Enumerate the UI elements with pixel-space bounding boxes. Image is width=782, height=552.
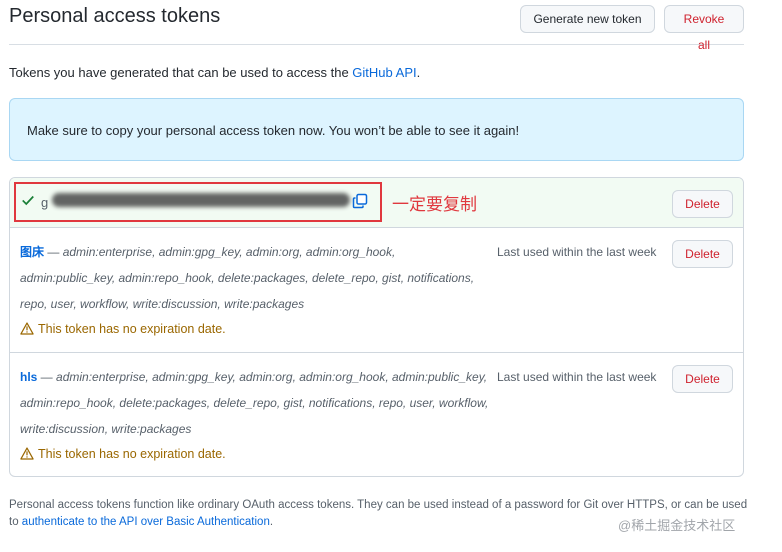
copy-token-notice-text: Make sure to copy your personal access t… xyxy=(27,123,520,138)
no-expiration-warning: This token has no expiration date. xyxy=(20,447,226,461)
annotation-highlight-box xyxy=(14,182,382,222)
page-header: Personal access tokens Generate new toke… xyxy=(9,0,744,52)
footer-note-suffix: . xyxy=(269,516,274,528)
alert-icon xyxy=(20,447,34,460)
intro-text-suffix: . xyxy=(416,65,421,80)
copy-token-notice: Make sure to copy your personal access t… xyxy=(9,98,744,161)
delete-new-token-button[interactable]: Delete xyxy=(672,190,733,218)
intro-text-body: Tokens you have generated that can be us… xyxy=(9,65,353,80)
new-token-row: g 一定要复制 Delete xyxy=(10,178,743,228)
last-used-text: Last used within the last week xyxy=(497,245,657,259)
token-description: hls — admin:enterprise, admin:gpg_key, a… xyxy=(20,364,490,442)
alert-icon xyxy=(20,322,34,335)
no-expiration-warning: This token has no expiration date. xyxy=(20,322,226,336)
last-used-text: Last used within the last week xyxy=(497,370,657,384)
token-scopes: admin:enterprise, admin:gpg_key, admin:o… xyxy=(20,245,475,311)
basic-auth-link[interactable]: authenticate to the API over Basic Authe… xyxy=(22,516,270,528)
revoke-all-button[interactable]: Revoke all xyxy=(664,5,744,52)
delete-token-button[interactable]: Delete xyxy=(672,240,733,268)
token-name-link[interactable]: 图床 xyxy=(20,245,44,259)
no-expiration-warning-text: This token has no expiration date. xyxy=(38,322,226,336)
token-separator: — xyxy=(37,370,57,384)
site-watermark: @稀土掘金技术社区 xyxy=(618,518,736,533)
token-row: hls — admin:enterprise, admin:gpg_key, a… xyxy=(10,353,743,476)
token-separator: — xyxy=(44,245,63,259)
generate-new-token-button[interactable]: Generate new token xyxy=(520,5,655,33)
no-expiration-warning-text: This token has no expiration date. xyxy=(38,447,226,461)
page-title: Personal access tokens xyxy=(9,5,221,27)
token-row: 图床 — admin:enterprise, admin:gpg_key, ad… xyxy=(10,228,743,353)
github-api-link[interactable]: GitHub API xyxy=(352,65,416,80)
token-scopes: admin:enterprise, admin:gpg_key, admin:o… xyxy=(20,370,489,436)
token-list: g 一定要复制 Delete 图床 — admin:enterprise, ad… xyxy=(9,177,744,477)
annotation-text: 一定要复制 xyxy=(392,195,477,214)
intro-text: Tokens you have generated that can be us… xyxy=(9,65,420,80)
token-name-link[interactable]: hls xyxy=(20,370,37,384)
token-description: 图床 — admin:enterprise, admin:gpg_key, ad… xyxy=(20,239,490,317)
delete-token-button[interactable]: Delete xyxy=(672,365,733,393)
